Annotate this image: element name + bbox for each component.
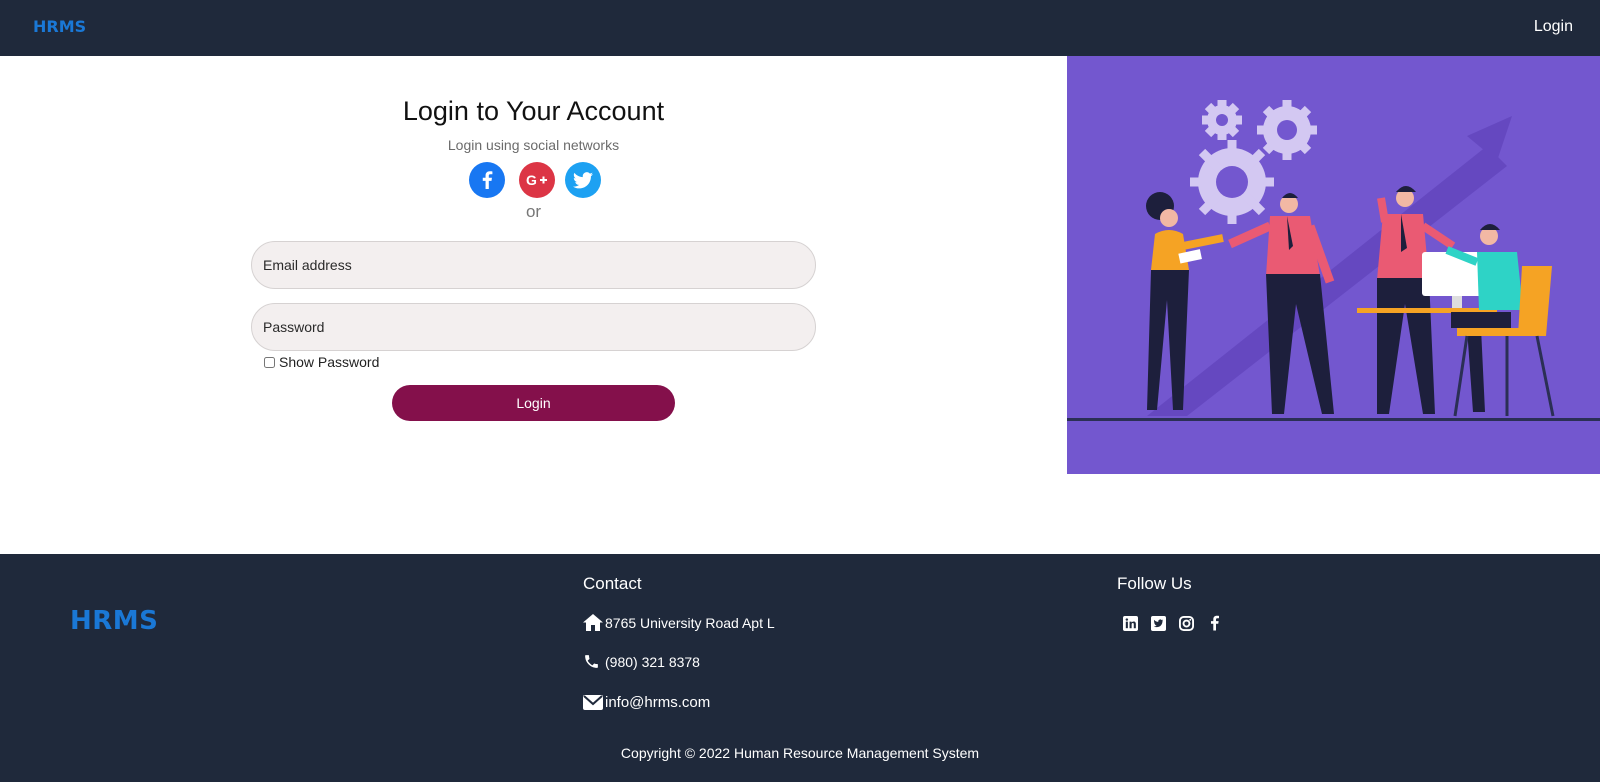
page-footer: HRMS Contact 8765 University Road Apt L … <box>0 554 1600 782</box>
nav-brand-logo[interactable]: HRMS <box>33 17 86 36</box>
contact-phone: (980) 321 8378 <box>583 653 700 670</box>
twitter-icon <box>573 171 593 188</box>
footer-brand-logo[interactable]: HRMS <box>70 606 158 636</box>
contact-heading: Contact <box>583 574 642 593</box>
email-field[interactable] <box>251 241 816 289</box>
instagram-icon[interactable] <box>1178 615 1194 631</box>
login-submit-button[interactable]: Login <box>392 385 675 421</box>
contact-address: 8765 University Road Apt L <box>583 614 775 631</box>
top-navbar: HRMS Login <box>0 0 1600 56</box>
show-password-checkbox[interactable] <box>264 356 275 368</box>
login-title: Login to Your Account <box>402 96 665 126</box>
login-form-area: Login to Your Account Login using social… <box>0 56 1067 554</box>
twitter-login-button[interactable] <box>565 162 601 198</box>
facebook-login-button[interactable] <box>469 162 505 198</box>
team-meeting-illustration <box>1067 56 1600 474</box>
login-subtitle: Login using social networks <box>447 137 620 153</box>
home-icon <box>583 614 605 631</box>
facebook-icon[interactable] <box>1206 615 1222 631</box>
svg-text:G: G <box>526 172 537 188</box>
show-password-toggle[interactable]: Show Password <box>264 354 379 370</box>
contact-email-text[interactable]: info@hrms.com <box>605 694 710 711</box>
follow-us-heading: Follow Us <box>1117 574 1192 593</box>
phone-icon <box>583 653 605 670</box>
main-content: Login to Your Account Login using social… <box>0 56 1600 554</box>
follow-icons <box>1122 615 1222 631</box>
password-field[interactable] <box>251 303 816 351</box>
contact-address-text: 8765 University Road Apt L <box>605 614 775 631</box>
google-plus-login-button[interactable]: G <box>519 162 555 198</box>
linkedin-icon[interactable] <box>1122 615 1138 631</box>
contact-phone-text: (980) 321 8378 <box>605 653 700 670</box>
google-plus-icon: G <box>526 172 547 188</box>
contact-email: info@hrms.com <box>583 694 710 711</box>
footer-copyright: Copyright © 2022 Human Resource Manageme… <box>620 745 980 761</box>
or-divider: or <box>525 202 542 221</box>
show-password-label: Show Password <box>279 354 380 370</box>
twitter-icon[interactable] <box>1150 615 1166 631</box>
envelope-icon <box>583 694 605 711</box>
nav-login-link[interactable]: Login <box>1534 18 1573 36</box>
facebook-icon <box>482 171 493 189</box>
